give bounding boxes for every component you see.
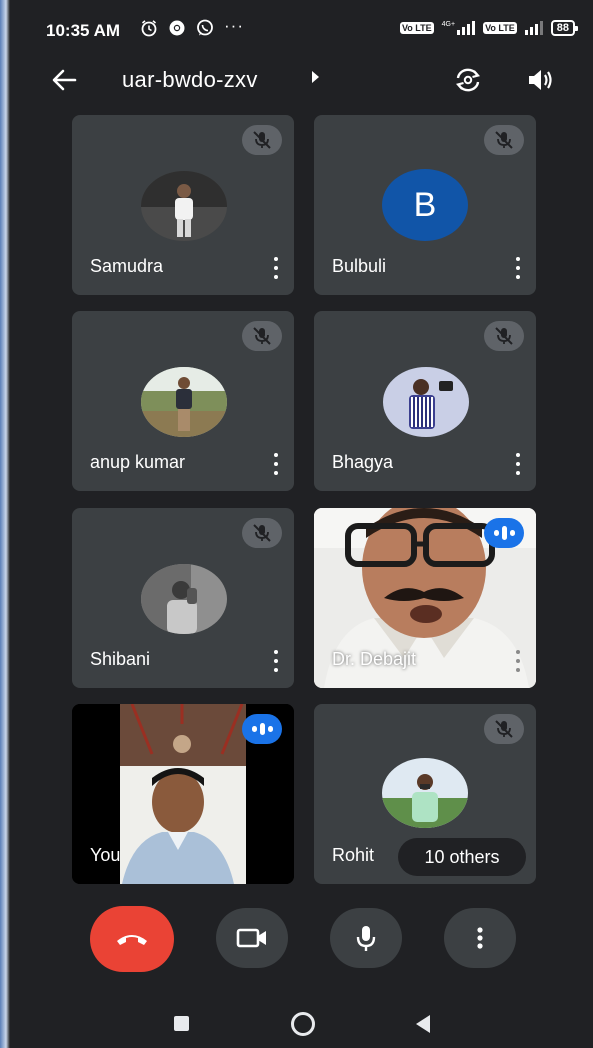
status-time: 10:35 AM [46,21,121,40]
participant-menu-icon[interactable] [270,255,282,281]
notification-icons: ··· [140,16,250,37]
letter-avatar: B [382,169,468,241]
participant-menu-icon[interactable] [512,451,524,477]
avatar [383,367,469,437]
mic-off-icon [484,714,524,744]
status-bar: 10:35 AM ··· Vo LTE 4G+ Vo LTE 88 [10,0,593,56]
participant-name: Bhagya [332,452,394,472]
mic-off-icon [242,125,282,155]
speaking-indicator-icon [242,714,282,744]
participant-menu-icon[interactable] [270,451,282,477]
back-triangle-icon[interactable] [416,1015,430,1033]
chrome-icon [169,20,185,36]
recent-apps-icon[interactable] [174,1016,189,1031]
speaking-indicator-icon [484,518,524,548]
call-controls [10,900,593,980]
avatar [141,564,227,634]
camera-icon [236,928,266,948]
system-navigation-bar [10,990,593,1048]
participant-menu-icon[interactable] [512,648,524,674]
participant-menu-icon[interactable] [270,648,282,674]
switch-camera-button[interactable] [450,62,486,98]
participant-tile[interactable]: B Bulbuli [314,115,536,295]
participant-video-tile[interactable]: Dr. Debajit [314,508,536,688]
participant-tile[interactable]: Rohit 10 others [314,704,536,884]
microphone-icon [356,926,376,951]
end-call-button[interactable] [90,906,174,972]
arrow-left-icon [52,69,77,91]
alarm-icon [141,20,157,37]
participant-name: Rohit [332,845,375,865]
participant-name: You [90,845,121,865]
meeting-code[interactable]: uar-bwdo-zxv [122,67,258,93]
system-icons: Vo LTE 4G+ Vo LTE 88 [399,20,579,36]
others-count-pill[interactable]: 10 others [398,838,526,876]
home-icon[interactable] [291,1012,315,1036]
switch-camera-icon [455,68,481,92]
end-call-icon [117,935,147,945]
camera-toggle-button[interactable] [216,908,288,968]
participant-tile[interactable]: Shibani [72,508,294,688]
avatar [382,758,468,828]
speaker-icon [529,70,552,90]
mic-off-icon [484,125,524,155]
participant-name: Samudra [90,256,164,276]
microphone-toggle-button[interactable] [330,908,402,968]
participant-name: anup kumar [90,452,186,472]
signal-strength-icon: 4G+ [441,21,476,35]
mic-off-icon [242,518,282,548]
volte-badge-2: Vo LTE [483,22,517,34]
mic-off-icon [242,321,282,351]
more-options-button[interactable] [444,908,516,968]
volte-badge: Vo LTE [399,22,434,34]
participant-menu-icon[interactable] [512,255,524,281]
more-options-icon [477,927,483,949]
mic-off-icon [484,321,524,351]
more-notifications-icon: ··· [224,16,244,35]
participant-tile[interactable]: Bhagya [314,311,536,491]
battery-icon: 88 [550,20,579,36]
avatar [141,171,227,241]
back-button[interactable] [46,64,82,96]
audio-output-button[interactable] [522,62,558,98]
participant-name: Dr. Debajit [332,649,417,669]
self-video-tile[interactable]: You [72,704,294,884]
network-type: 4G+ [441,21,456,28]
avatar [141,367,227,437]
app-bar: uar-bwdo-zxv [10,56,593,104]
participant-tile[interactable]: anup kumar [72,311,294,491]
whatsapp-icon [197,19,213,36]
meet-screen: 10:35 AM ··· Vo LTE 4G+ Vo LTE 88 uar-bw… [10,0,593,1048]
participant-name: Bulbuli [332,256,387,276]
caret-right-icon[interactable] [312,71,319,83]
participant-tile[interactable]: Samudra [72,115,294,295]
participant-name: Shibani [90,649,151,669]
signal-strength-icon-2 [524,21,543,35]
